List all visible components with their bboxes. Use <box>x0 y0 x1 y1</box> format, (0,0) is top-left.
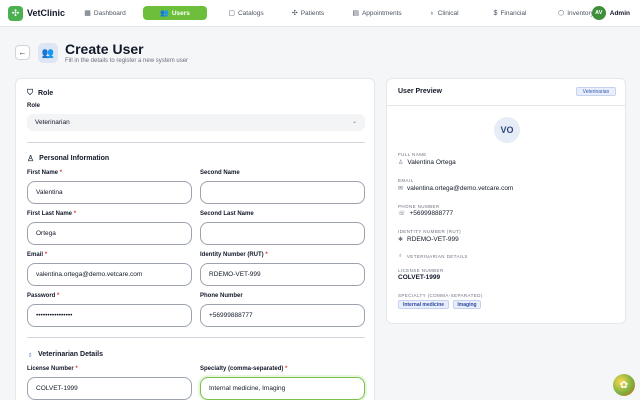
specialty-label: Specialty (comma-separated) <box>398 293 483 298</box>
book-icon: ▢ <box>228 10 235 17</box>
divider <box>27 337 365 338</box>
nav-item-users[interactable]: 👥 Users <box>143 6 207 20</box>
user-icon: ♙ <box>27 154 35 163</box>
nav-item-appointments[interactable]: ▤ Appointments <box>342 6 412 20</box>
preview-avatar: VO <box>494 117 520 143</box>
email-input[interactable]: valentina.ortega@demo.vetcare.com <box>27 263 192 286</box>
stethoscope-icon: ♁ <box>398 253 403 259</box>
second-last-name-input[interactable] <box>200 222 365 245</box>
nav-item-dashboard[interactable]: ▦ Dashboard <box>74 6 136 20</box>
calendar-icon: ▤ <box>352 10 359 17</box>
mail-icon: ✉ <box>398 186 404 192</box>
nav-item-financial[interactable]: $ Financial <box>484 6 536 20</box>
full-name-value: ♙ Valentina Ortega <box>398 159 456 166</box>
phone-icon: ☏ <box>398 211 406 217</box>
nav-items: ▦ Dashboard 👥 Users ▢ Catalogs ✣ Patient… <box>74 6 604 20</box>
chevron-down-icon: ⌄ <box>351 119 357 125</box>
vet-section-title: ♁ Veterinarian Details <box>27 350 103 359</box>
license-label: License Number <box>398 268 444 273</box>
nav-item-catalogs[interactable]: ▢ Catalogs <box>216 6 276 20</box>
second-last-name-label: Second Last Name <box>200 211 254 217</box>
user-icon: ♙ <box>398 160 404 166</box>
page-title: Create User <box>65 41 144 57</box>
nav-label: Appointments <box>361 9 402 17</box>
nav-label: Clinical <box>437 9 459 17</box>
nav-label: Financial <box>500 9 527 17</box>
nav-label: Users <box>171 9 190 17</box>
nav-item-clinical[interactable]: ♁ Clinical <box>418 6 470 20</box>
specialty-tag: Imaging <box>453 300 481 309</box>
specialty-tag: Internal medicine <box>398 300 449 309</box>
first-last-name-input[interactable]: Ortega <box>27 222 192 245</box>
assistant-button[interactable]: ✿ <box>613 374 635 396</box>
specialty-input[interactable]: Internal medicine, Imaging <box>200 377 365 400</box>
identity-label: Identity Number (RUT) <box>398 229 462 234</box>
email-label: Email * <box>27 252 48 258</box>
first-last-name-label: First Last Name * <box>27 211 77 217</box>
users-icon: 👥 <box>38 43 58 63</box>
email-label: Email <box>398 178 414 183</box>
second-name-label: Second Name <box>200 170 240 176</box>
full-name-label: Full Name <box>398 152 427 157</box>
identity-label: Identity Number (RUT) * <box>200 252 268 258</box>
phone-label: Phone Number <box>200 293 243 299</box>
personal-section-title: ♙ Personal Information <box>27 154 110 163</box>
license-input[interactable]: COLVET-1999 <box>27 377 192 400</box>
back-button[interactable]: ← <box>15 45 30 60</box>
assistant-icon: ✿ <box>619 379 629 391</box>
user-name: Admin <box>609 9 630 17</box>
divider <box>387 105 625 106</box>
stethoscope-icon: ♁ <box>429 9 435 17</box>
password-label: Password * <box>27 293 60 299</box>
brand[interactable]: ✣ VetClinic <box>8 5 74 21</box>
email-value: ✉ valentina.ortega@demo.vetcare.com <box>398 185 514 192</box>
box-icon: ⬡ <box>558 10 565 17</box>
avatar: AV <box>591 6 606 20</box>
page-subtitle: Fill in the details to register a new sy… <box>65 58 189 64</box>
paw-icon: ✣ <box>291 10 298 17</box>
vet-details-heading: ♁ Veterinarian Details <box>398 253 468 259</box>
dollar-icon: $ <box>493 9 498 17</box>
identity-input[interactable]: RDEMO-VET-999 <box>200 263 365 286</box>
role-select[interactable]: Veterinarian ⌄ <box>27 114 365 131</box>
id-card-icon: ✱ <box>398 237 404 243</box>
nav-label: Dashboard <box>93 9 126 17</box>
arrow-left-icon: ← <box>18 48 27 57</box>
role-badge: Veterinarian <box>576 87 616 96</box>
phone-value: ☏ +56999888777 <box>398 210 454 217</box>
first-name-label: First Name * <box>27 170 63 176</box>
top-navigation: ✣ VetClinic ▦ Dashboard 👥 Users ▢ Catalo… <box>0 0 640 27</box>
stethoscope-icon: ♁ <box>27 350 33 359</box>
role-label: Role <box>27 103 41 109</box>
shield-icon: ⛉ <box>27 88 33 97</box>
nav-item-patients[interactable]: ✣ Patients <box>282 6 334 20</box>
user-menu[interactable]: AV Admin <box>591 6 630 20</box>
phone-label: Phone Number <box>398 204 440 209</box>
role-section-title: ⛉ Role <box>27 88 54 97</box>
identity-value: ✱ RDEMO-VET-999 <box>398 236 459 243</box>
license-value: COLVET-1999 <box>398 274 441 281</box>
specialty-label: Specialty (comma-separated) * <box>200 366 288 372</box>
second-name-input[interactable] <box>200 181 365 204</box>
paw-icon: ✣ <box>8 5 23 21</box>
nav-label: Catalogs <box>237 9 264 17</box>
phone-input[interactable]: +56999888777 <box>200 304 365 327</box>
divider <box>27 142 365 143</box>
nav-label: Inventory <box>567 9 594 17</box>
users-icon: 👥 <box>160 10 169 17</box>
user-preview-card: User Preview Veterinarian VO Full Name ♙… <box>386 78 626 324</box>
grid-icon: ▦ <box>84 10 91 17</box>
brand-name: VetClinic <box>27 8 66 18</box>
nav-label: Patients <box>300 9 325 17</box>
password-input[interactable]: •••••••••••••••• <box>27 304 192 327</box>
preview-title: User Preview <box>398 88 442 95</box>
first-name-input[interactable]: Valentina <box>27 181 192 204</box>
license-label: License Number * <box>27 366 78 372</box>
create-user-form: ⛉ Role Role Veterinarian ⌄ ♙ Personal In… <box>15 78 375 400</box>
